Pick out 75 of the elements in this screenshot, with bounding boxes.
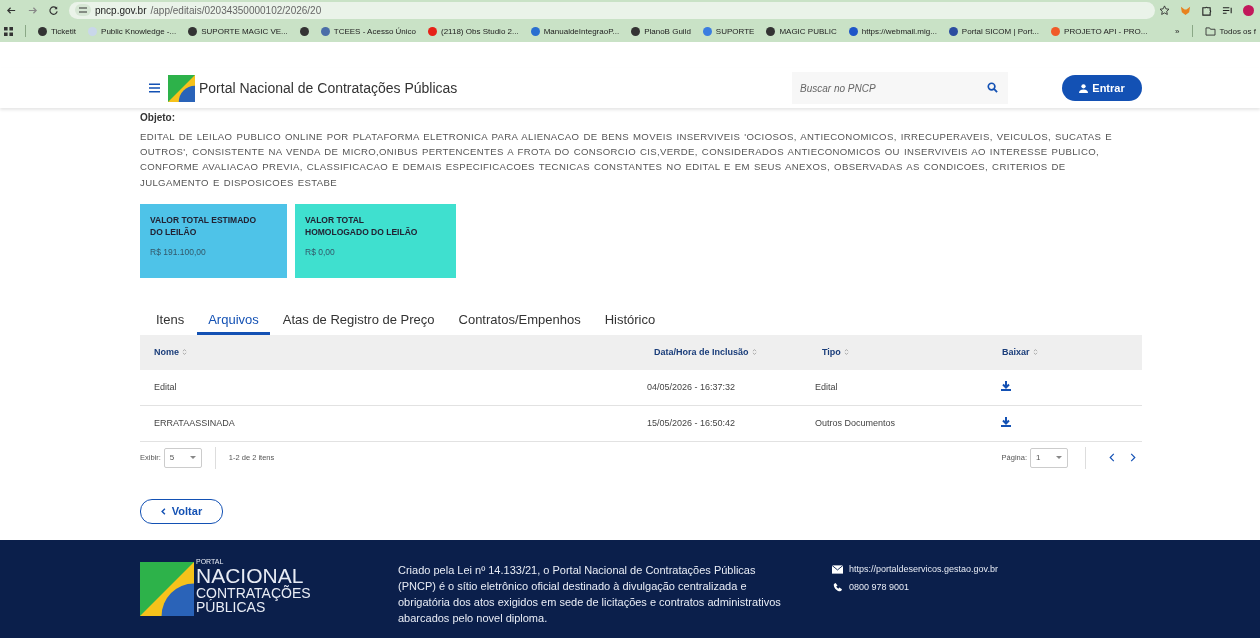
bookmark[interactable]: SUPORTE MAGIC VE... xyxy=(201,26,288,36)
caret-icon xyxy=(1056,456,1062,460)
logo-text: CONTRATAÇÕES xyxy=(196,586,311,600)
download-icon[interactable] xyxy=(1001,417,1011,428)
login-button[interactable]: Entrar xyxy=(1062,75,1142,101)
puzzle-icon[interactable] xyxy=(1201,4,1212,16)
logo-icon[interactable] xyxy=(168,74,195,102)
favicon-icon[interactable] xyxy=(38,26,47,36)
user-icon xyxy=(1079,83,1089,93)
bookmark-folder[interactable]: Todos os f xyxy=(1204,26,1256,36)
card-value: R$ 191.100,00 xyxy=(150,246,206,257)
bookmark[interactable]: Portal SICOM | Port... xyxy=(961,26,1040,36)
table-cell-text: 15/05/2026 - 16:50:42 xyxy=(646,418,736,429)
column-header[interactable]: Nome xyxy=(140,347,187,358)
table-cell-text: Edital xyxy=(814,382,838,393)
bookmark[interactable]: TCEES - Acesso Único xyxy=(333,26,416,36)
card-title: VALOR TOTAL HOMOLOGADO DO LEILÃO xyxy=(305,213,419,238)
media-icon[interactable] xyxy=(1222,4,1233,16)
bookmark[interactable]: https://webmail.mig... xyxy=(861,26,937,36)
star-icon[interactable] xyxy=(1159,4,1170,16)
phone-number: 0800 978 9001 xyxy=(849,582,910,592)
folder-icon[interactable] xyxy=(1204,26,1216,36)
next-page-icon[interactable] xyxy=(1130,453,1136,463)
favicon-icon[interactable] xyxy=(766,26,776,36)
table-cell-text: Edital xyxy=(153,382,177,393)
table-cell-text: Outros Documentos xyxy=(814,418,896,429)
back-button[interactable]: Voltar xyxy=(140,498,223,524)
mail-icon xyxy=(832,564,843,574)
contact-link[interactable]: https://portaldeservicos.gestao.gov.br xyxy=(849,564,998,574)
bookmark[interactable]: PROJETO API - PRO... xyxy=(1064,26,1148,36)
page-size-select[interactable]: 5 xyxy=(163,447,202,468)
column-header[interactable]: Tipo xyxy=(808,347,849,358)
logo-text: NACIONAL xyxy=(196,566,304,586)
bookmark[interactable]: SUPORTE xyxy=(715,26,755,36)
column-header[interactable]: Data/Hora de Inclusão xyxy=(640,347,757,358)
tab[interactable]: Histórico xyxy=(593,307,667,335)
page-select[interactable]: 1 xyxy=(1030,447,1068,468)
bookmark[interactable]: Public Knowledge -... xyxy=(101,26,177,36)
bookmark[interactable]: MAGIC PUBLIC xyxy=(779,26,837,36)
avatar-icon[interactable] xyxy=(1243,4,1254,16)
section-label: Objeto: xyxy=(140,112,176,123)
tab[interactable]: Atas de Registro de Preço xyxy=(271,307,446,335)
logo-text: PÚBLICAS xyxy=(196,600,266,614)
favicon-icon[interactable] xyxy=(188,26,198,36)
bookmark[interactable]: ManualdeIntegraoP... xyxy=(543,26,620,36)
reload-icon[interactable] xyxy=(48,4,59,16)
tab[interactable]: Contratos/Empenhos xyxy=(447,307,592,335)
search-icon[interactable] xyxy=(987,82,998,93)
site-title[interactable]: Portal Nacional de Contratações Públicas xyxy=(199,80,458,96)
bookmark[interactable]: (2118) Obs Studio 2... xyxy=(441,26,519,36)
favicon-icon[interactable] xyxy=(948,26,958,36)
search-field[interactable]: Buscar no PNCP xyxy=(792,72,1008,104)
chevron-left-icon xyxy=(160,507,166,515)
card-value: R$ 0,00 xyxy=(305,246,335,257)
bookmark[interactable]: Ticketit xyxy=(51,26,77,36)
more-bookmarks-button[interactable]: » xyxy=(1175,26,1180,36)
favicon-icon[interactable] xyxy=(848,26,858,36)
previous-page-icon[interactable] xyxy=(1109,453,1115,463)
column-header[interactable]: Baixar xyxy=(988,347,1038,358)
card-title: VALOR TOTAL ESTIMADO DO LEILÃO xyxy=(150,213,258,238)
favicon-icon[interactable] xyxy=(631,26,641,36)
table-cell-text: 04/05/2026 - 16:37:32 xyxy=(646,382,736,393)
address-bar[interactable]: pncp.gov.br /app/editais/02034350000102/2026/20 xyxy=(69,1,1155,19)
menu-icon[interactable] xyxy=(149,83,160,93)
apps-icon[interactable] xyxy=(4,26,13,36)
description-text: EDITAL DE LEILAO PUBLICO ONLINE POR PLATAFORMA ELETRONICA PARA ALIENACAO DE BENS MOVEIS INSERVIVEIS 'OCIOSOS, ANTIECONOMICOS, IRRECUPERAVEIS, VEICULOS, SUCATAS E OUTROS', CONSISTENTE NA VENDA DE MICRO,ONIBUS PERTENCENTES A FROTA DO CONSORCIO CIS,VERDE, CONSIDERADOS ANTIECONOMICOS OU INSERVIVEIS AO INTERESSE PUBLICO, CONFORME AVALIACAO PREVIA, CLASSIFICACAO E DEMAIS ESPECIFICACOES TECNICAS CONSTANTES NO EDITAL E EM SEUS ANEXOS, OBSERVADAS AS CONDICOES, CRITERIOS DE JULGAMENTO E DISPOSICOES ESTABE xyxy=(140,130,1114,190)
download-icon[interactable] xyxy=(1001,381,1011,392)
site-info-icon[interactable] xyxy=(75,4,91,16)
tab[interactable]: Itens xyxy=(150,307,196,335)
table-cell-text: ERRATAASSINADA xyxy=(153,418,235,429)
phone-icon xyxy=(832,582,843,592)
logo-icon xyxy=(140,562,194,616)
about-text: Criado pela Lei nº 14.133/21, o Portal Nacional de Contratações Públicas (PNCP) é o sítio eletrônico oficial destinado à divulgação centralizada e obrigatória dos atos exigidos em sede de licitações e contratos administrativos abarcados pelo novel diploma. xyxy=(398,563,782,626)
caret-icon xyxy=(189,456,196,460)
bookmark[interactable]: PlanoB Guild xyxy=(644,26,691,36)
